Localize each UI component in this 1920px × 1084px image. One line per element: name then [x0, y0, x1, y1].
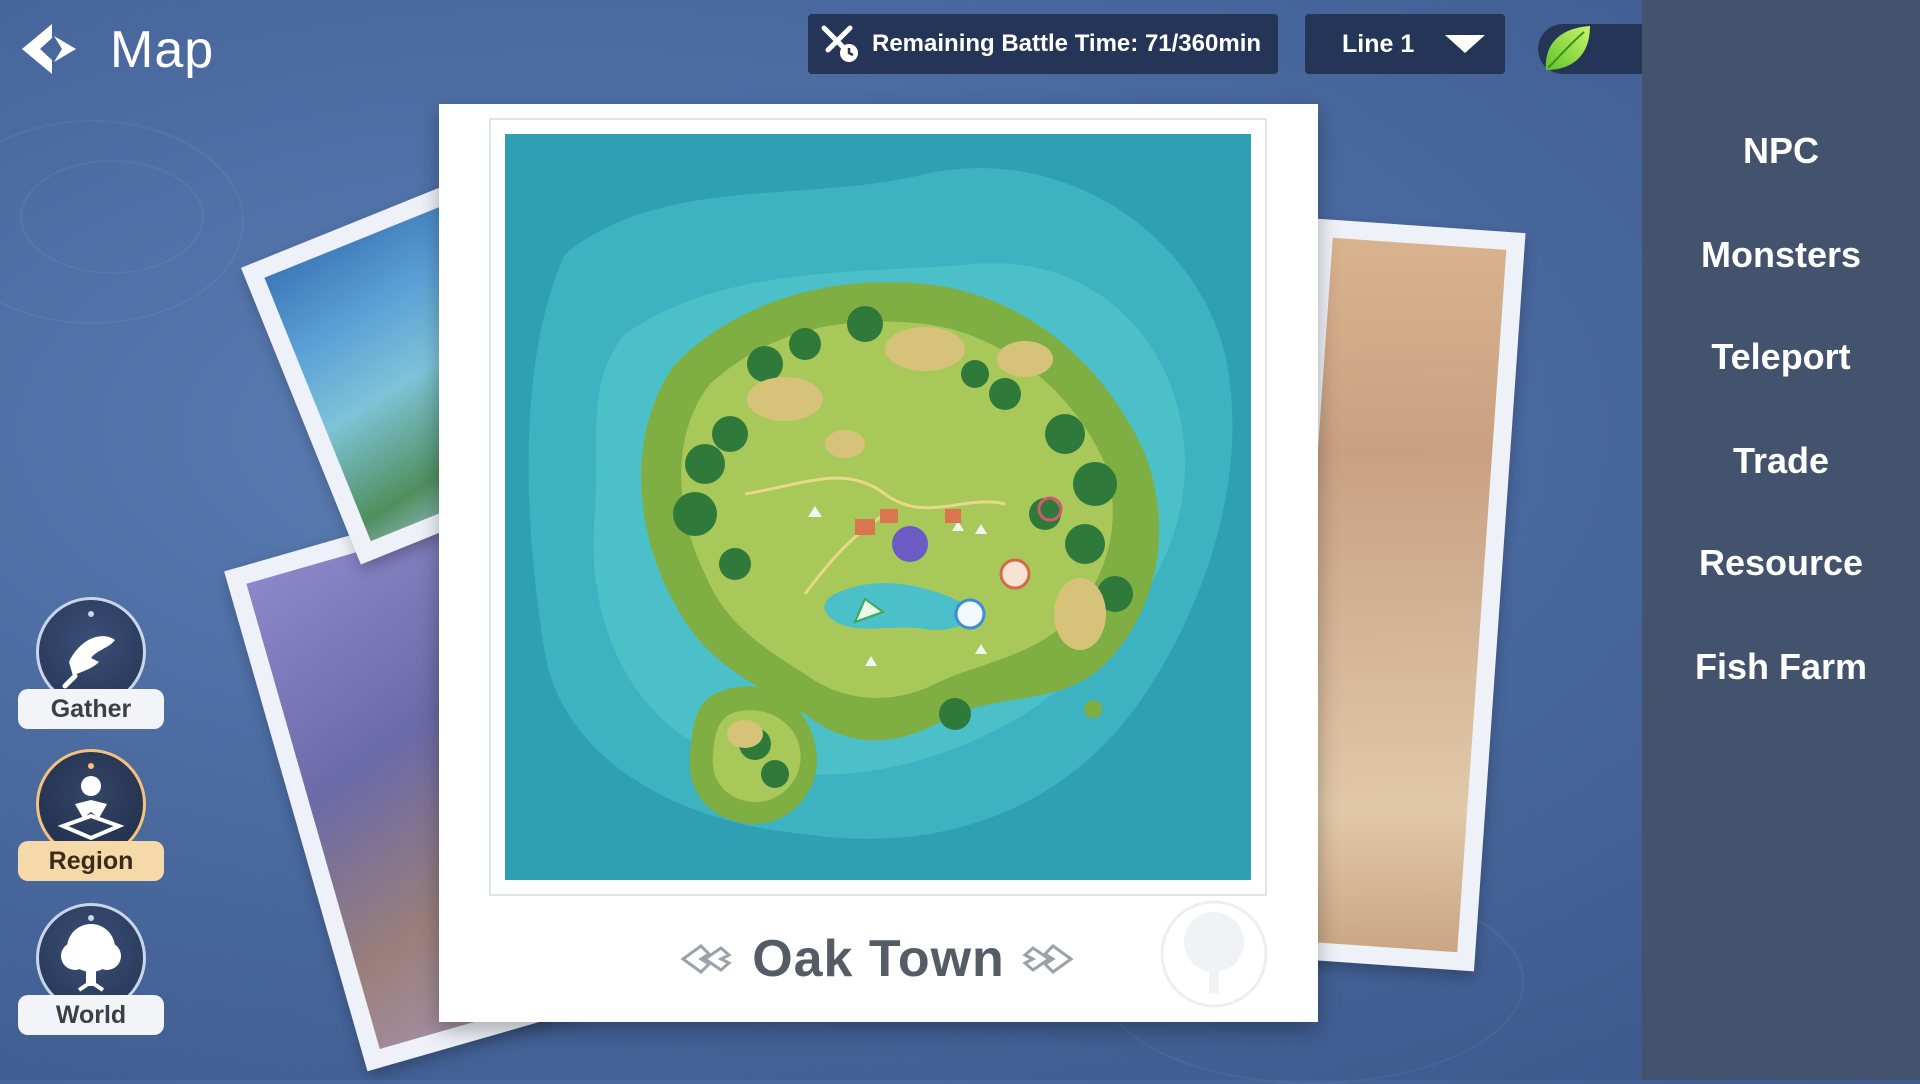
- leaf-currency-icon: [1545, 26, 1590, 70]
- line-dropdown-value: Line 1: [1342, 29, 1415, 58]
- map-filter-sidebar: NPC Monsters Teleport Trade Resource Fis…: [1642, 0, 1920, 1080]
- sidebar-item-trade[interactable]: Trade: [1642, 440, 1920, 482]
- crossed-swords-clock-icon: [821, 25, 858, 62]
- map-frame: [489, 118, 1267, 896]
- line-dropdown[interactable]: Line 1: [1305, 14, 1505, 74]
- decorative-arrow-right-icon: [1022, 944, 1074, 974]
- nav-world-label: World: [18, 995, 164, 1035]
- tree-watermark-icon: [1160, 900, 1268, 1008]
- region-map[interactable]: [505, 134, 1251, 880]
- chevron-down-icon: [1445, 35, 1485, 53]
- sidebar-item-fish-farm[interactable]: Fish Farm: [1642, 646, 1920, 688]
- nav-gather-label: Gather: [18, 689, 164, 729]
- sidebar-item-monsters[interactable]: Monsters: [1642, 234, 1920, 276]
- battle-time-indicator: Remaining Battle Time: 71/360min: [808, 14, 1278, 74]
- sidebar-item-npc[interactable]: NPC: [1642, 130, 1920, 172]
- battle-time-label: Remaining Battle Time: 71/360min: [872, 30, 1262, 57]
- back-button[interactable]: [14, 18, 84, 80]
- background-swirl: [20, 160, 204, 274]
- current-region-card: Oak Town: [439, 104, 1318, 1022]
- sidebar-item-resource[interactable]: Resource: [1642, 542, 1920, 584]
- sidebar-item-teleport[interactable]: Teleport: [1642, 336, 1920, 378]
- nav-region-label: Region: [18, 841, 164, 881]
- back-arrow-icon: [22, 24, 76, 74]
- page-title: Map: [110, 21, 215, 79]
